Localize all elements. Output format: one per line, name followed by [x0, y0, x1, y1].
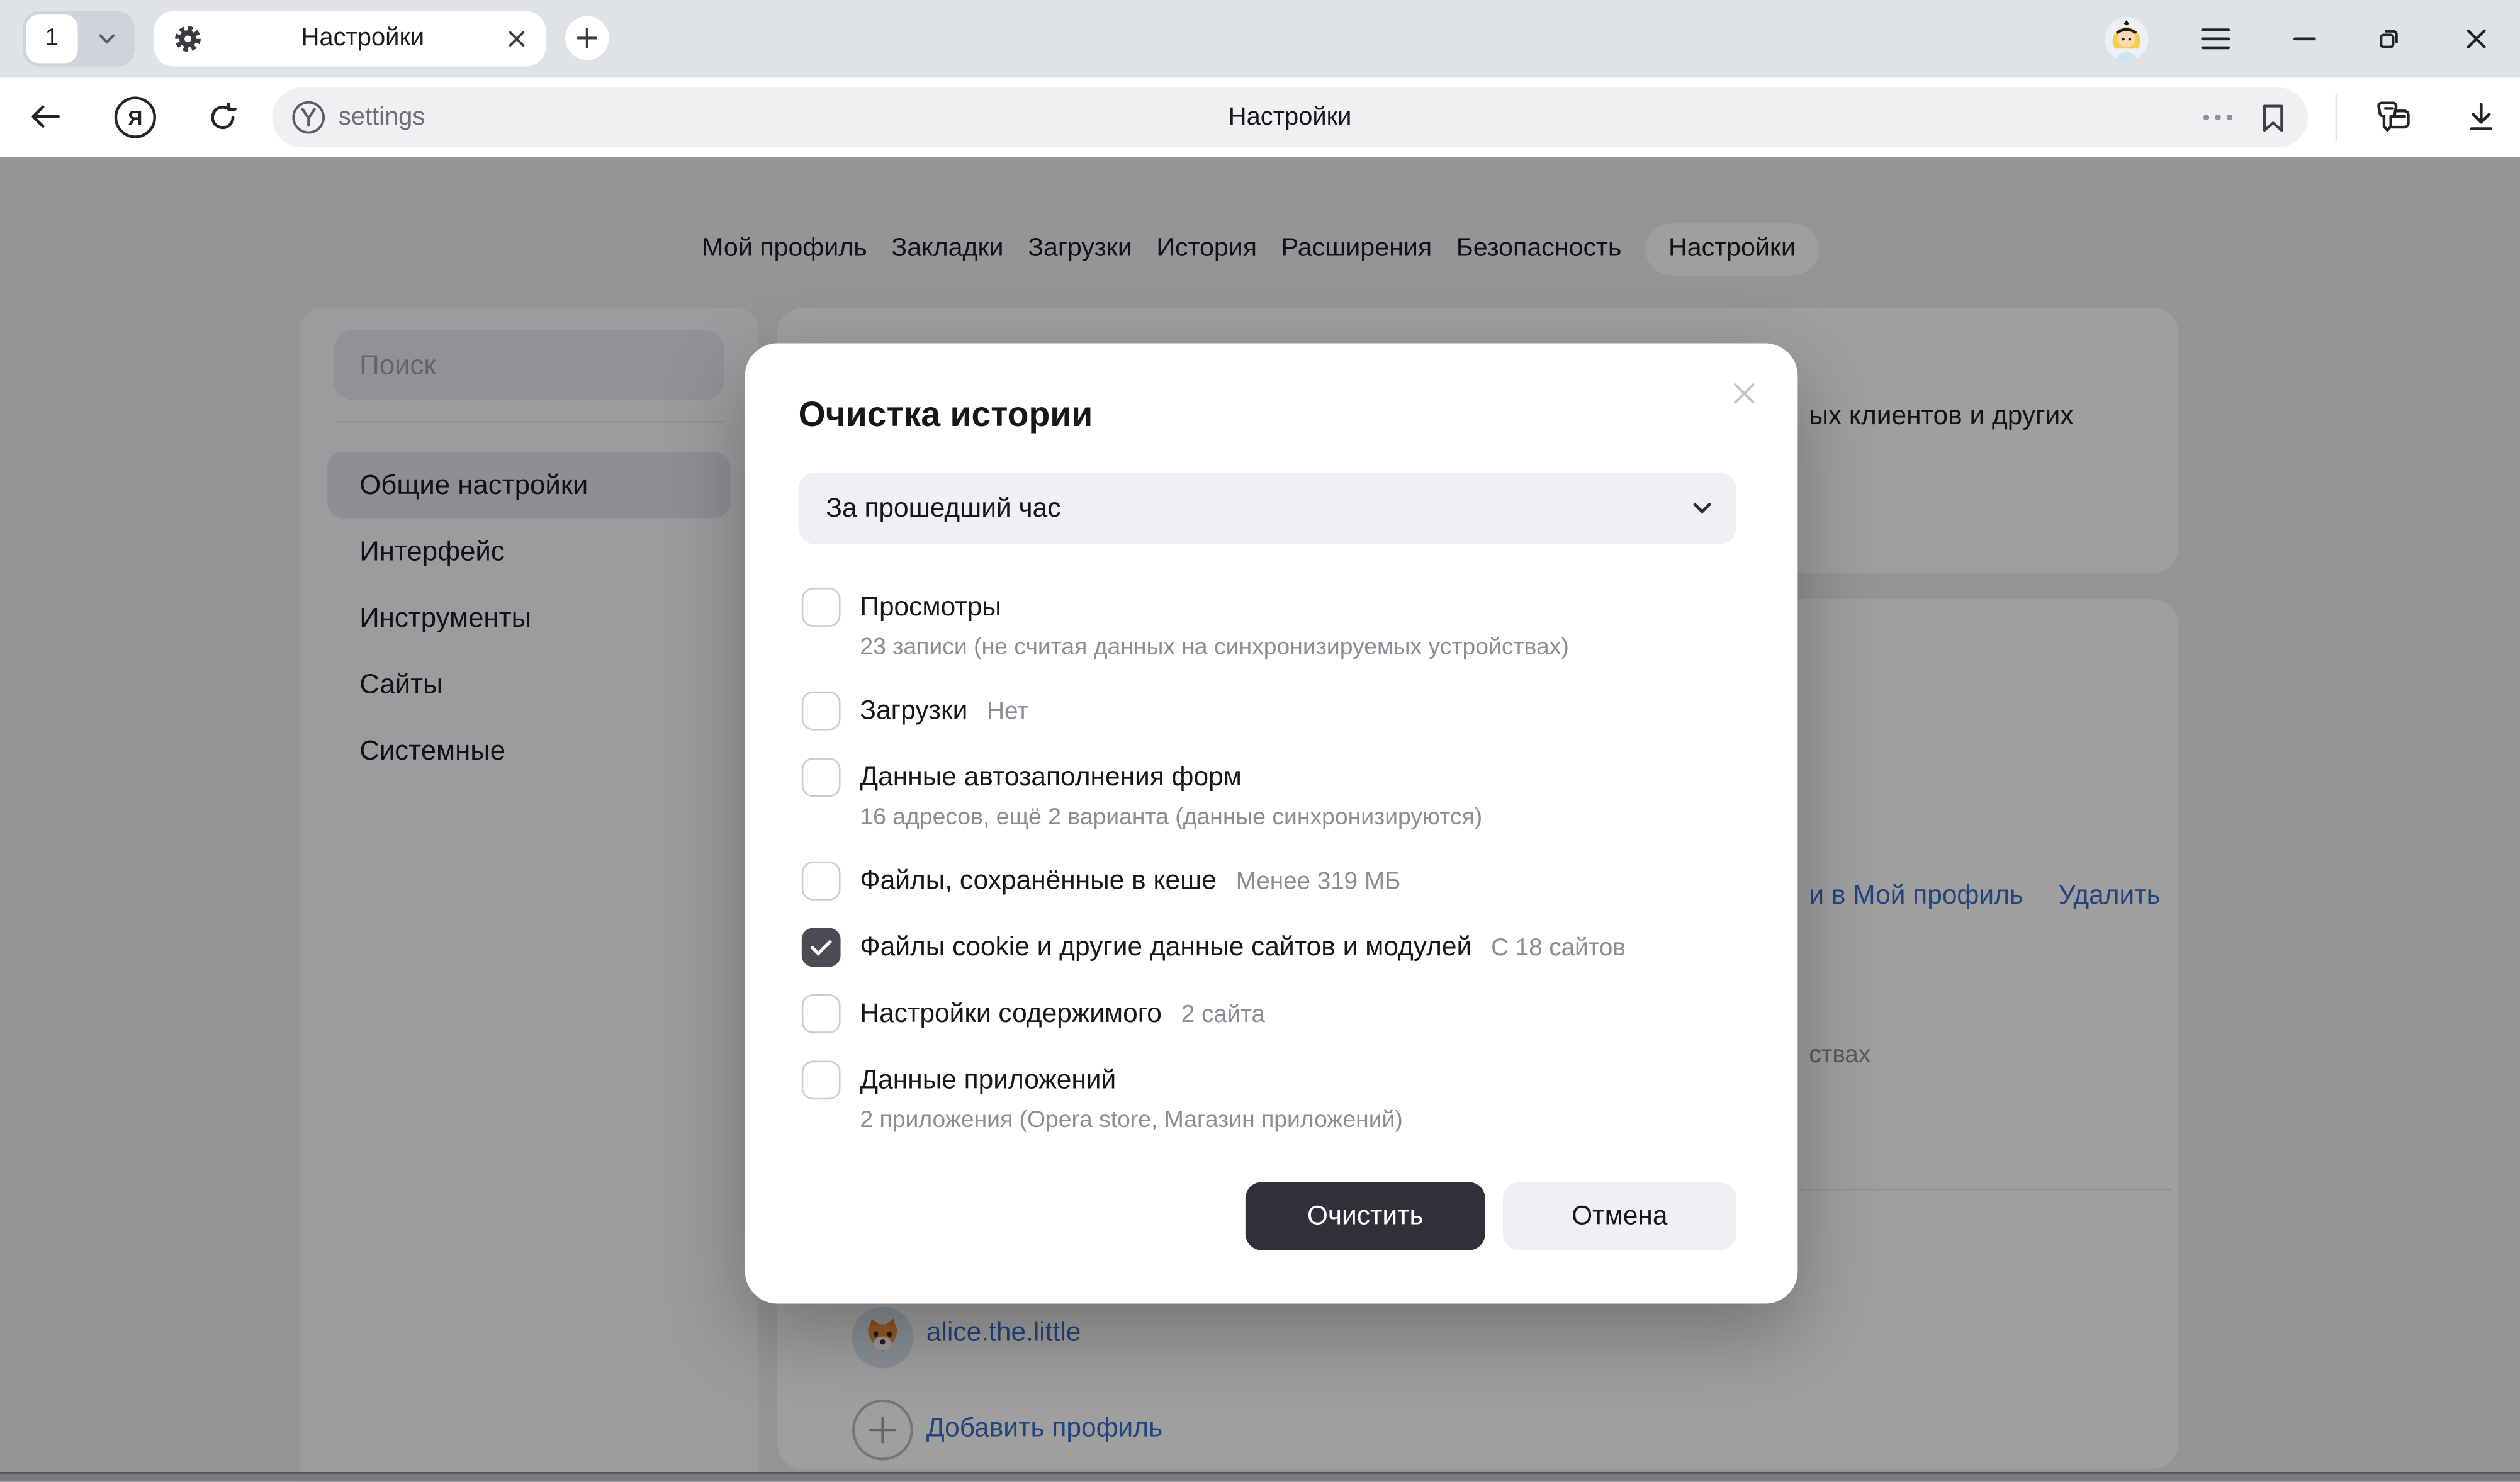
item-value: Менее 319 МБ: [1236, 868, 1401, 895]
window-restore-button[interactable]: [2376, 0, 2402, 78]
svg-text:Я: Я: [128, 107, 142, 130]
tab-close-icon[interactable]: [507, 29, 526, 48]
window-close-button[interactable]: [2465, 0, 2488, 78]
hamburger-menu-icon[interactable]: [2201, 0, 2230, 78]
browser-tab-settings[interactable]: Настройки: [154, 11, 546, 66]
site-badge-icon[interactable]: [291, 101, 325, 135]
item-description: 23 записи (не считая данных на синхрониз…: [860, 630, 1568, 666]
tab-counter[interactable]: 1: [23, 11, 135, 66]
checkbox[interactable]: [802, 692, 841, 731]
dialog-title: Очистка истории: [799, 392, 1736, 439]
browser-window: 1 Настройки: [0, 0, 2520, 1482]
clear-item-row: Просмотры 23 записи (не считая данных на …: [799, 588, 1736, 666]
bookmark-icon[interactable]: [2261, 104, 2285, 133]
checkbox[interactable]: [802, 928, 841, 967]
url-text[interactable]: settings: [339, 87, 425, 147]
toolbar-divider: [2336, 94, 2337, 141]
checkbox[interactable]: [802, 994, 841, 1033]
period-selected-value: За прошедший час: [826, 493, 1060, 524]
checkbox[interactable]: [802, 758, 841, 797]
clear-item-row: Настройки содержимого 2 сайта: [799, 994, 1736, 1035]
clear-button[interactable]: Очистить: [1246, 1182, 1485, 1250]
checkbox[interactable]: [802, 862, 841, 901]
chevron-down-icon[interactable]: [78, 34, 135, 43]
item-value: Нет: [987, 698, 1028, 726]
checkbox[interactable]: [802, 588, 841, 627]
item-label: Файлы, сохранённые в кеше: [860, 867, 1216, 895]
new-tab-button[interactable]: [565, 16, 609, 60]
item-value: 2 сайта: [1181, 1001, 1265, 1028]
checkbox[interactable]: [802, 1061, 841, 1100]
dialog-close-icon[interactable]: [1731, 381, 1757, 407]
clear-item-row: Загрузки Нет: [799, 692, 1736, 732]
more-actions-icon[interactable]: [2203, 113, 2234, 121]
chevron-down-icon: [1692, 502, 1712, 515]
clear-items-list: Просмотры 23 записи (не считая данных на …: [799, 588, 1736, 1138]
tab-bar: 1 Настройки: [0, 0, 2520, 78]
reload-button[interactable]: [207, 102, 238, 133]
item-label: Файлы cookie и другие данные сайтов и мо…: [860, 933, 1471, 962]
clear-item-row: Файлы cookie и другие данные сайтов и мо…: [799, 928, 1736, 968]
item-label: Данные автозаполнения форм: [860, 763, 1241, 792]
tab-title: Настройки: [218, 25, 507, 53]
item-label: Просмотры: [860, 593, 1001, 622]
item-label: Настройки содержимого: [860, 999, 1161, 1028]
clear-item-row: Данные автозаполнения форм 16 адресов, ещ…: [799, 758, 1736, 836]
settings-page: Мой профильЗакладкиЗагрузкиИсторияРасшир…: [0, 157, 2520, 1482]
dialog-buttons: Очистить Отмена: [1246, 1182, 1736, 1250]
page-title: Настройки: [272, 87, 2308, 147]
downloads-icon[interactable]: [2465, 101, 2497, 133]
item-label: Загрузки: [860, 697, 967, 726]
profile-avatar[interactable]: [2104, 0, 2149, 78]
plus-icon: [577, 28, 597, 48]
clear-item-row: Файлы, сохранённые в кеше Менее 319 МБ: [799, 862, 1736, 902]
clear-history-dialog: Очистка истории За прошедший час Просмот…: [745, 344, 1798, 1304]
back-button[interactable]: [29, 104, 61, 130]
item-description: 2 приложения (Opera store, Магазин прило…: [860, 1103, 1402, 1138]
item-value: С 18 сайтов: [1491, 935, 1626, 962]
cancel-button[interactable]: Отмена: [1503, 1182, 1736, 1250]
period-select[interactable]: За прошедший час: [799, 473, 1736, 544]
window-minimize-button[interactable]: [2293, 0, 2316, 78]
password-manager-icon[interactable]: [2374, 99, 2411, 136]
yandex-logo-icon[interactable]: Я: [113, 96, 157, 139]
clear-item-row: Данные приложений 2 приложения (Opera sto…: [799, 1061, 1736, 1139]
item-label: Данные приложений: [860, 1065, 1116, 1094]
item-description: 16 адресов, ещё 2 варианта (данные синхр…: [860, 800, 1482, 836]
tab-count: 1: [26, 14, 77, 63]
gear-icon: [173, 25, 202, 53]
address-toolbar: Я settings Настройки: [0, 78, 2520, 157]
address-bar[interactable]: settings Настройки: [272, 87, 2308, 147]
